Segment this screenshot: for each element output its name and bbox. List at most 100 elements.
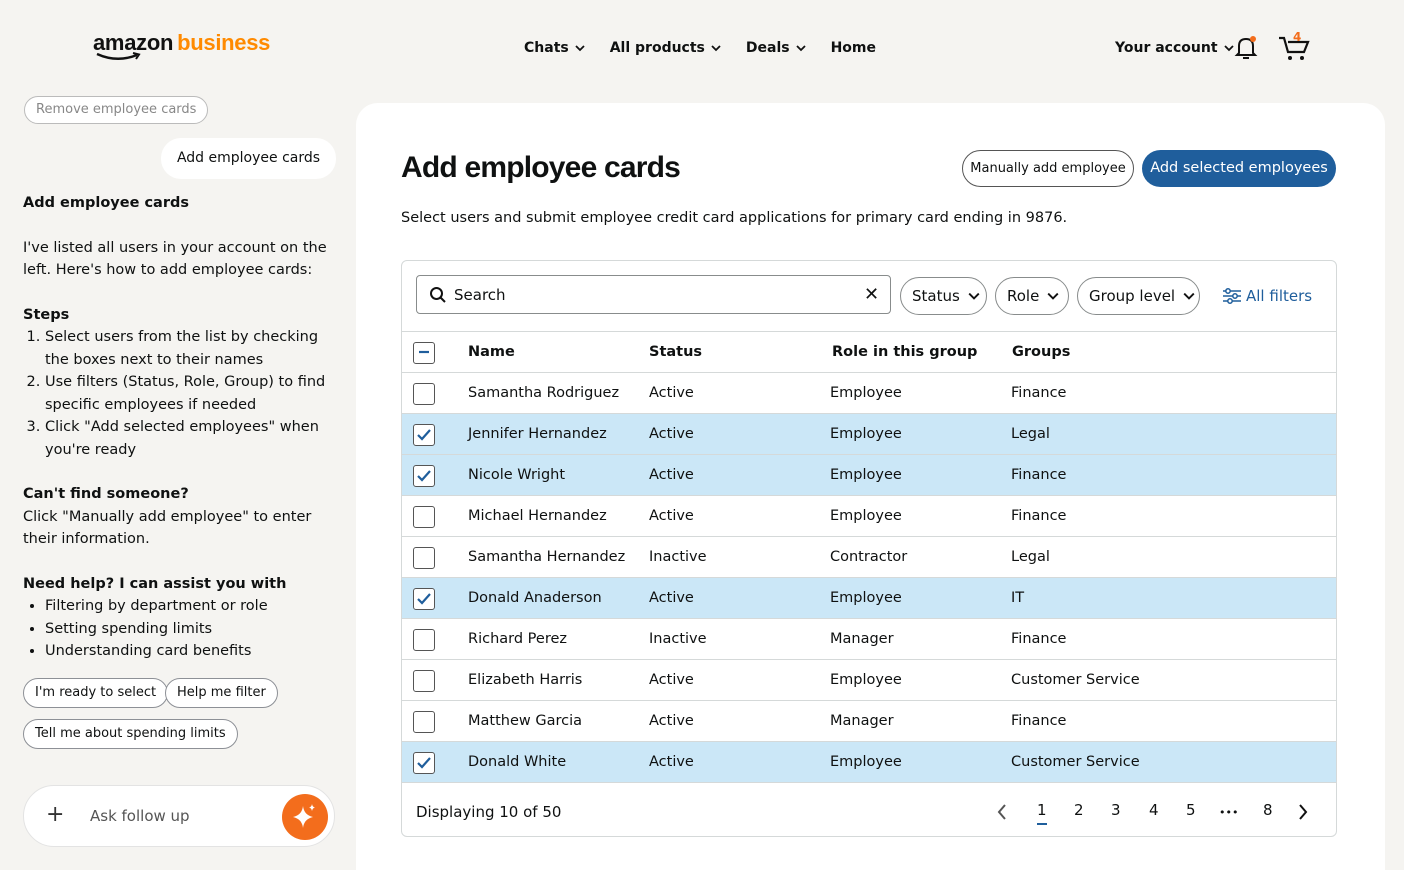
send-button[interactable] <box>282 794 328 840</box>
cell-name: Samantha Rodriguez <box>468 385 620 401</box>
assistant-message: Add employee cards I've listed all users… <box>23 192 343 663</box>
cell-name: Donald White <box>468 754 567 770</box>
chevron-down-icon <box>575 45 585 52</box>
nav-home[interactable]: Home <box>831 40 876 56</box>
table-row[interactable]: Jennifer Hernandez Active Employee Legal <box>402 414 1336 455</box>
smile-icon <box>96 52 141 60</box>
your-account-label: Your account <box>1115 40 1218 56</box>
page-subtitle: Select users and submit employee credit … <box>401 210 1068 226</box>
cell-group: Finance <box>1011 631 1067 647</box>
cell-role: Contractor <box>830 549 908 565</box>
suggestion-ready-to-select[interactable]: I'm ready to select <box>23 678 169 708</box>
help-title: Need help? I can assist you with <box>23 575 287 592</box>
clear-search-icon[interactable]: ✕ <box>864 284 879 305</box>
suggestion-spending-limits[interactable]: Tell me about spending limits <box>23 719 238 749</box>
page-5-link[interactable]: 5 <box>1186 801 1196 819</box>
page-3-link[interactable]: 3 <box>1111 801 1121 819</box>
cell-group: Legal <box>1011 426 1050 442</box>
nav-home-label: Home <box>830 40 877 56</box>
step-item: Click "Add selected employees" when you'… <box>45 416 343 461</box>
all-filters-label: All filters <box>1246 287 1313 305</box>
row-checkbox[interactable] <box>413 752 435 774</box>
table-row[interactable]: Elizabeth Harris Active Employee Customer S… <box>402 660 1336 701</box>
table-row[interactable]: Richard Perez Inactive Manager Finance <box>402 619 1336 660</box>
row-checkbox[interactable] <box>413 629 435 651</box>
row-checkbox[interactable] <box>413 465 435 487</box>
prev-page-icon[interactable] <box>996 803 1008 821</box>
row-checkbox[interactable] <box>413 547 435 569</box>
cell-group: Finance <box>1011 508 1067 524</box>
nav-all-products[interactable]: All products <box>610 40 721 56</box>
manually-add-employee-button[interactable]: Manually add employee <box>962 150 1134 187</box>
column-status[interactable]: Status <box>649 344 702 360</box>
table-row[interactable]: Matthew Garcia Active Manager Finance <box>402 701 1336 742</box>
cell-role: Employee <box>830 672 902 688</box>
follow-up-input[interactable]: Ask follow up <box>90 807 190 825</box>
cell-group: IT <box>1011 590 1025 606</box>
steps-title: Steps <box>23 306 70 323</box>
cell-name: Samantha Hernandez <box>468 549 626 565</box>
column-role[interactable]: Role in this group <box>832 344 977 360</box>
page-1-link[interactable]: 1 <box>1037 801 1047 825</box>
table-row[interactable]: Donald White Active Employee Customer Servi… <box>402 742 1336 783</box>
status-filter[interactable]: Status <box>900 277 987 315</box>
group-level-filter[interactable]: Group level <box>1077 277 1200 315</box>
table-row[interactable]: Nicole Wright Active Employee Finance <box>402 455 1336 496</box>
cell-name: Jennifer Hernandez <box>468 426 607 442</box>
page-title: Add employee cards <box>401 151 681 184</box>
suggestion-help-filter[interactable]: Help me filter <box>165 678 278 708</box>
main-panel: Add employee cards Manually add employee… <box>356 103 1385 870</box>
row-checkbox[interactable] <box>413 670 435 692</box>
table-row[interactable]: Michael Hernandez Active Employee Finance <box>402 496 1336 537</box>
indeterminate-icon <box>419 350 429 354</box>
cell-status: Inactive <box>649 549 707 565</box>
logo-business-text: business <box>177 30 271 55</box>
cell-group: Customer Service <box>1011 672 1140 688</box>
row-checkbox[interactable] <box>413 588 435 610</box>
column-name[interactable]: Name <box>468 344 515 360</box>
cart-button[interactable]: 4 <box>1278 30 1310 62</box>
page-4-link[interactable]: 4 <box>1149 801 1159 819</box>
select-all-checkbox[interactable] <box>413 342 435 364</box>
help-item: Setting spending limits <box>45 618 343 641</box>
help-item: Filtering by department or role <box>45 595 343 618</box>
row-checkbox[interactable] <box>413 506 435 528</box>
bell-icon[interactable] <box>1234 35 1258 61</box>
cell-name: Richard Perez <box>468 631 567 647</box>
nav-deals[interactable]: Deals <box>746 40 806 56</box>
cell-status: Active <box>649 508 694 524</box>
plus-icon[interactable]: + <box>46 802 64 827</box>
next-page-icon[interactable] <box>1297 803 1309 821</box>
cell-status: Active <box>649 467 694 483</box>
row-checkbox[interactable] <box>413 711 435 733</box>
all-filters-link[interactable]: All filters <box>1222 287 1312 305</box>
previous-suggestion-chip[interactable]: Remove employee cards <box>24 96 209 124</box>
checkmark-icon <box>417 593 431 605</box>
cell-name: Matthew Garcia <box>468 713 582 729</box>
chevron-down-icon <box>1047 292 1059 300</box>
employee-table: Search ✕ Status Role Group level All fil… <box>401 260 1337 837</box>
cant-find-title: Can't find someone? <box>23 486 189 502</box>
cell-status: Active <box>649 426 694 442</box>
cell-group: Finance <box>1011 385 1067 401</box>
nav-chats[interactable]: Chats <box>524 40 585 56</box>
row-checkbox[interactable] <box>413 383 435 405</box>
search-input-text: Search <box>454 286 506 304</box>
table-row[interactable]: Donald Anaderson Active Employee IT <box>402 578 1336 619</box>
page-8-link[interactable]: 8 <box>1263 801 1273 819</box>
add-selected-employees-button[interactable]: Add selected employees <box>1142 150 1336 187</box>
search-input[interactable]: Search ✕ <box>416 275 891 314</box>
role-filter[interactable]: Role <box>995 277 1069 315</box>
page-2-link[interactable]: 2 <box>1074 801 1084 819</box>
pagination-ellipsis[interactable]: ••• <box>1219 806 1238 819</box>
cell-role: Employee <box>830 385 902 401</box>
column-groups[interactable]: Groups <box>1012 344 1070 360</box>
help-item: Understanding card benefits <box>45 640 343 663</box>
amazon-business-logo[interactable]: amazon business <box>93 30 270 66</box>
your-account-menu[interactable]: Your account <box>1115 40 1234 56</box>
cell-status: Active <box>649 590 694 606</box>
table-row[interactable]: Samantha Rodriguez Active Employee Finance <box>402 373 1336 414</box>
chevron-down-icon <box>711 45 721 52</box>
table-row[interactable]: Samantha Hernandez Inactive Contractor Lega… <box>402 537 1336 578</box>
row-checkbox[interactable] <box>413 424 435 446</box>
